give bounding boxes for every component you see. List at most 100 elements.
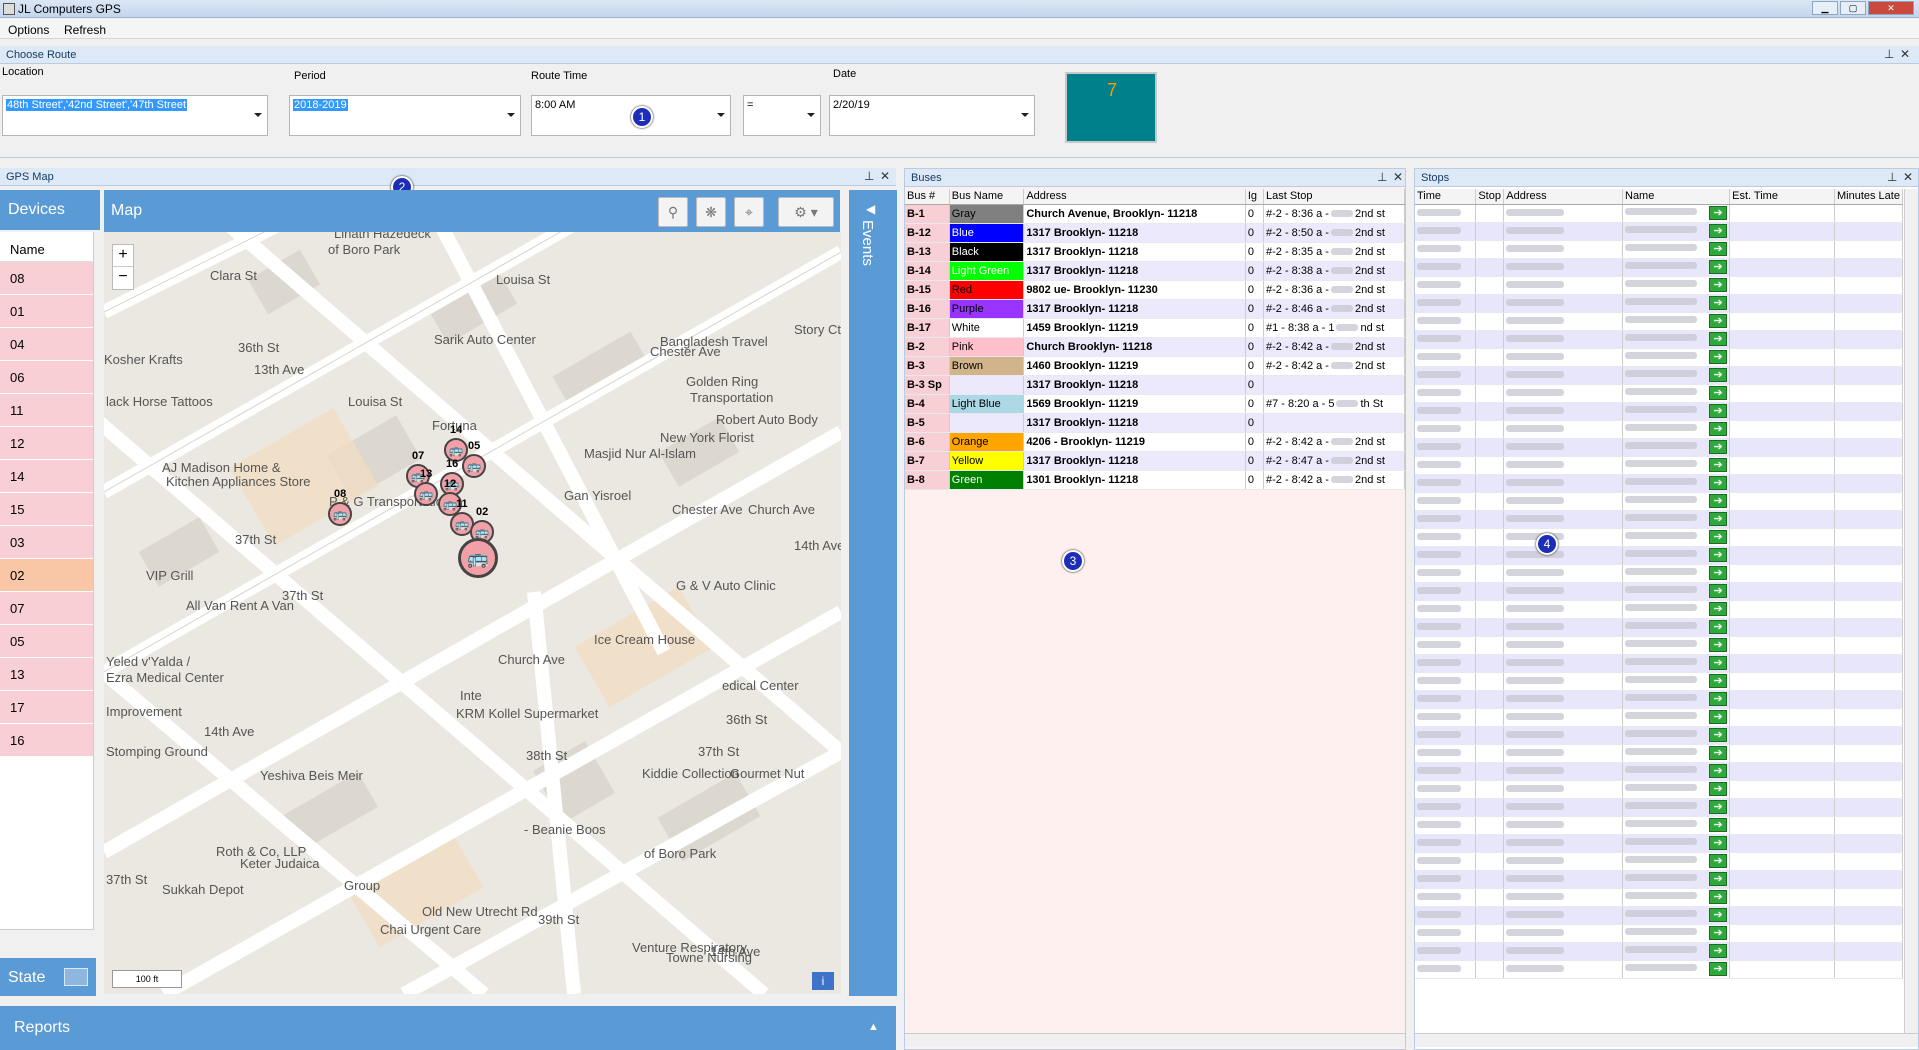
- stop-row[interactable]: ➔: [1415, 744, 1904, 763]
- close-window-button[interactable]: ✕: [1868, 1, 1914, 15]
- stop-row[interactable]: ➔: [1415, 456, 1904, 475]
- bus-pin-icon[interactable]: 🚌: [328, 502, 352, 526]
- go-arrow-icon[interactable]: ➔: [1709, 422, 1728, 436]
- stop-row[interactable]: ➔: [1415, 474, 1904, 493]
- bus-row[interactable]: B-6 Orange 4206 - Brooklyn- 11219 0 #-2 - 8:…: [905, 432, 1406, 452]
- stop-row[interactable]: ➔: [1415, 384, 1904, 403]
- bus-row[interactable]: B-12 Blue 1317 Brooklyn- 11218 0 #-2 - 8:50 …: [905, 223, 1406, 243]
- stop-row[interactable]: ➔: [1415, 528, 1904, 547]
- stop-row[interactable]: ➔: [1415, 222, 1904, 241]
- bus-row[interactable]: B-5 1317 Brooklyn- 11218 0: [905, 413, 1406, 433]
- stop-row[interactable]: ➔: [1415, 942, 1904, 961]
- device-row[interactable]: 13: [0, 658, 93, 691]
- stop-row[interactable]: ➔: [1415, 816, 1904, 835]
- go-arrow-icon[interactable]: ➔: [1709, 692, 1728, 706]
- pin-icon[interactable]: ⊥: [1377, 170, 1387, 184]
- buses-column-header[interactable]: Ig: [1245, 189, 1264, 205]
- go-arrow-icon[interactable]: ➔: [1709, 890, 1728, 904]
- go-arrow-icon[interactable]: ➔: [1709, 404, 1728, 418]
- device-list-header[interactable]: Name: [0, 232, 93, 262]
- go-arrow-icon[interactable]: ➔: [1709, 494, 1728, 508]
- device-list-hscroll[interactable]: [0, 929, 94, 943]
- stop-row[interactable]: ➔: [1415, 258, 1904, 277]
- go-arrow-icon[interactable]: ➔: [1709, 242, 1728, 256]
- stop-row[interactable]: ➔: [1415, 564, 1904, 583]
- zoom-in-button[interactable]: +: [113, 245, 133, 267]
- pin-icon[interactable]: ⊥: [1884, 47, 1894, 61]
- period-select[interactable]: 2018-2019: [289, 95, 521, 136]
- bus-row[interactable]: B-8 Green 1301 Brooklyn- 11218 0 #-2 - 8:42 …: [905, 470, 1406, 490]
- go-arrow-icon[interactable]: ➔: [1709, 656, 1728, 670]
- go-arrow-icon[interactable]: ➔: [1709, 350, 1728, 364]
- stops-column-header[interactable]: Address: [1503, 189, 1623, 205]
- stop-row[interactable]: ➔: [1415, 852, 1904, 871]
- stop-row[interactable]: ➔: [1415, 204, 1904, 223]
- stop-row[interactable]: ➔: [1415, 330, 1904, 349]
- stop-row[interactable]: ➔: [1415, 438, 1904, 457]
- pin-icon[interactable]: ⊥: [864, 169, 874, 183]
- buses-column-header[interactable]: Bus #: [905, 189, 950, 205]
- stop-row[interactable]: ➔: [1415, 654, 1904, 673]
- stops-column-header[interactable]: Minutes Late: [1834, 189, 1904, 205]
- device-row[interactable]: 15: [0, 493, 93, 526]
- operator-select[interactable]: =: [743, 95, 821, 136]
- go-arrow-icon[interactable]: ➔: [1709, 836, 1728, 850]
- go-arrow-icon[interactable]: ➔: [1709, 764, 1728, 778]
- bus-row[interactable]: B-16 Purple 1317 Brooklyn- 11218 0 #-2 - 8:4…: [905, 299, 1406, 319]
- go-arrow-icon[interactable]: ➔: [1709, 278, 1728, 292]
- stop-row[interactable]: ➔: [1415, 960, 1904, 979]
- stop-row[interactable]: ➔: [1415, 582, 1904, 601]
- go-arrow-icon[interactable]: ➔: [1709, 746, 1728, 760]
- bus-pin-icon[interactable]: 🚌: [462, 454, 486, 478]
- buses-column-header[interactable]: Address: [1023, 189, 1246, 205]
- stop-row[interactable]: ➔: [1415, 798, 1904, 817]
- device-row[interactable]: 04: [0, 328, 93, 361]
- close-icon[interactable]: ✕: [1393, 170, 1403, 184]
- person-icon[interactable]: ⚲: [658, 197, 688, 227]
- stop-row[interactable]: ➔: [1415, 672, 1904, 691]
- go-arrow-icon[interactable]: ➔: [1709, 476, 1728, 490]
- go-arrow-icon[interactable]: ➔: [1709, 710, 1728, 724]
- paw-icon[interactable]: ❋: [696, 197, 726, 227]
- stop-row[interactable]: ➔: [1415, 240, 1904, 259]
- reports-header[interactable]: Reports ▲: [0, 1006, 896, 1050]
- device-row[interactable]: 08: [0, 262, 93, 295]
- stop-row[interactable]: ➔: [1415, 294, 1904, 313]
- device-row[interactable]: 02: [0, 559, 93, 592]
- menu-options[interactable]: Options: [8, 23, 49, 37]
- go-arrow-icon[interactable]: ➔: [1709, 224, 1728, 238]
- bus-row[interactable]: B-4 Light Blue 1569 Brooklyn- 11219 0 #7 - 8…: [905, 394, 1406, 414]
- bus-row[interactable]: B-3 Brown 1460 Brooklyn- 11219 0 #-2 - 8:42 …: [905, 356, 1406, 376]
- stop-row[interactable]: ➔: [1415, 924, 1904, 943]
- go-arrow-icon[interactable]: ➔: [1709, 548, 1728, 562]
- go-arrow-icon[interactable]: ➔: [1709, 530, 1728, 544]
- stops-column-header[interactable]: Est. Time: [1729, 189, 1835, 205]
- go-arrow-icon[interactable]: ➔: [1709, 620, 1728, 634]
- bus-row[interactable]: B-2 Pink Church Brooklyn- 11218 0 #-2 - 8:42…: [905, 337, 1406, 357]
- go-arrow-icon[interactable]: ➔: [1709, 566, 1728, 580]
- stops-vscroll[interactable]: [1904, 189, 1918, 1033]
- stop-row[interactable]: ➔: [1415, 780, 1904, 799]
- go-arrow-icon[interactable]: ➔: [1709, 314, 1728, 328]
- stop-row[interactable]: ➔: [1415, 492, 1904, 511]
- chevron-up-icon[interactable]: ▲: [868, 1021, 879, 1033]
- close-icon[interactable]: ✕: [1903, 170, 1913, 184]
- stop-row[interactable]: ➔: [1415, 366, 1904, 385]
- go-arrow-icon[interactable]: ➔: [1709, 818, 1728, 832]
- stop-row[interactable]: ➔: [1415, 870, 1904, 889]
- stop-row[interactable]: ➔: [1415, 348, 1904, 367]
- bus-row[interactable]: B-17 White 1459 Brooklyn- 11219 0 #1 - 8:38 …: [905, 318, 1406, 338]
- device-row[interactable]: 07: [0, 592, 93, 625]
- device-row[interactable]: 01: [0, 295, 93, 328]
- minimize-button[interactable]: ▁: [1812, 1, 1838, 15]
- go-arrow-icon[interactable]: ➔: [1709, 800, 1728, 814]
- go-arrow-icon[interactable]: ➔: [1709, 512, 1728, 526]
- chevron-left-icon[interactable]: ◀: [866, 202, 875, 216]
- stop-row[interactable]: ➔: [1415, 726, 1904, 745]
- go-arrow-icon[interactable]: ➔: [1709, 296, 1728, 310]
- bus-row[interactable]: B-3 Sp 1317 Brooklyn- 11218 0: [905, 375, 1406, 395]
- menu-refresh[interactable]: Refresh: [64, 23, 106, 37]
- close-icon[interactable]: ✕: [1900, 47, 1910, 61]
- stop-row[interactable]: ➔: [1415, 600, 1904, 619]
- stop-row[interactable]: ➔: [1415, 636, 1904, 655]
